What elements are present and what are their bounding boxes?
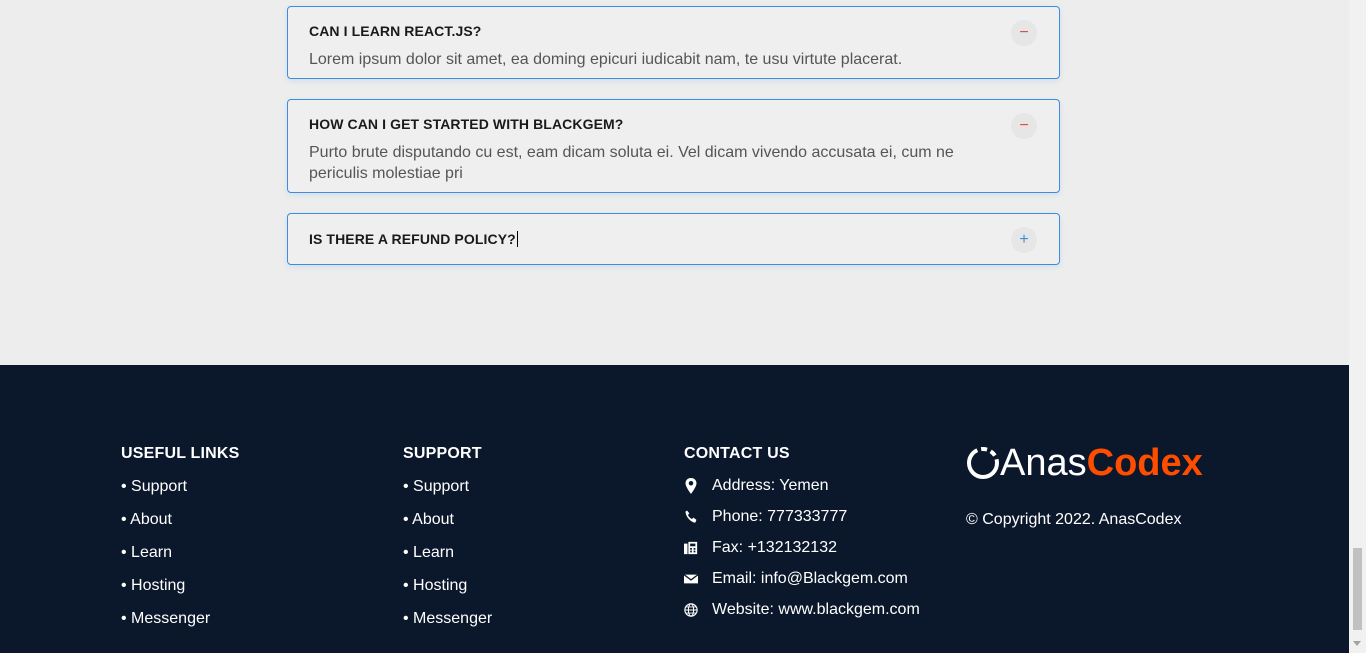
globe-icon	[684, 603, 698, 617]
logo-ring-icon	[967, 447, 999, 479]
contact-email-text[interactable]: Email: info@Blackgem.com	[712, 570, 908, 588]
faq-item-refund[interactable]: IS THERE A REFUND POLICY? +	[287, 213, 1060, 265]
collapse-icon[interactable]: −	[1011, 113, 1037, 139]
envelope-icon	[684, 574, 698, 584]
contact-fax-text: Fax: +132132132	[712, 539, 837, 556]
contact-phone: Phone: 777333777	[684, 508, 920, 539]
text-cursor	[516, 231, 518, 247]
collapse-icon[interactable]: −	[1011, 20, 1037, 46]
useful-links-column: USEFUL LINKS • Support • About • Learn •…	[121, 445, 240, 642]
scrollbar-thumb[interactable]	[1353, 548, 1362, 630]
faq-question: IS THERE A REFUND POLICY?	[309, 231, 518, 247]
copyright-text: © Copyright 2022. AnasCodex	[966, 511, 1182, 528]
faq-item-react[interactable]: CAN I LEARN REACT.JS? Lorem ipsum dolor …	[287, 6, 1060, 79]
contact-column: CONTACT US Address: Yemen Phone: 7773337…	[684, 445, 920, 632]
footer-link-about[interactable]: • About	[403, 510, 492, 543]
faq-answer: Lorem ipsum dolor sit amet, ea doming ep…	[309, 51, 903, 68]
faq-question-text: IS THERE A REFUND POLICY?	[309, 231, 516, 247]
contact-address: Address: Yemen	[684, 477, 920, 508]
contact-website-text[interactable]: Website: www.blackgem.com	[712, 601, 920, 619]
logo-text-codex: Codex	[1086, 442, 1203, 484]
logo-text-anas: Anas	[1000, 442, 1087, 484]
faq-item-get-started[interactable]: HOW CAN I GET STARTED WITH BLACKGEM? Pur…	[287, 99, 1060, 193]
footer-link-hosting[interactable]: • Hosting	[121, 576, 240, 609]
support-column: SUPPORT • Support • About • Learn • Host…	[403, 445, 492, 642]
contact-address-text: Address: Yemen	[712, 477, 829, 494]
fax-icon	[684, 541, 698, 555]
contact-title: CONTACT US	[684, 445, 790, 462]
footer-link-about[interactable]: • About	[121, 510, 240, 543]
footer-link-learn[interactable]: • Learn	[121, 543, 240, 576]
phone-icon	[685, 510, 697, 523]
location-pin-icon	[685, 478, 697, 494]
footer-link-support[interactable]: • Support	[403, 477, 492, 510]
support-title: SUPPORT	[403, 445, 482, 462]
useful-links-title: USEFUL LINKS	[121, 445, 240, 462]
faq-question: CAN I LEARN REACT.JS?	[309, 23, 482, 39]
footer-link-hosting[interactable]: • Hosting	[403, 576, 492, 609]
faq-answer: Purto brute disputando cu est, eam dicam…	[309, 144, 954, 182]
contact-website: Website: www.blackgem.com	[684, 601, 920, 632]
brand-block: Anas Codex © Copyright 2022. AnasCodex	[966, 443, 1203, 529]
contact-phone-text: Phone: 777333777	[712, 508, 848, 525]
page: CAN I LEARN REACT.JS? Lorem ipsum dolor …	[0, 0, 1349, 653]
footer-link-messenger[interactable]: • Messenger	[403, 609, 492, 642]
contact-email: Email: info@Blackgem.com	[684, 570, 920, 601]
footer: USEFUL LINKS • Support • About • Learn •…	[0, 365, 1349, 653]
footer-link-learn[interactable]: • Learn	[403, 543, 492, 576]
expand-icon[interactable]: +	[1011, 227, 1037, 253]
brand-logo[interactable]: Anas Codex	[966, 443, 1203, 483]
footer-link-support[interactable]: • Support	[121, 477, 240, 510]
scroll-down-arrow-icon[interactable]	[1353, 641, 1361, 646]
vertical-scrollbar[interactable]	[1349, 0, 1366, 653]
footer-link-messenger[interactable]: • Messenger	[121, 609, 240, 642]
contact-fax: Fax: +132132132	[684, 539, 920, 570]
faq-question: HOW CAN I GET STARTED WITH BLACKGEM?	[309, 116, 624, 132]
